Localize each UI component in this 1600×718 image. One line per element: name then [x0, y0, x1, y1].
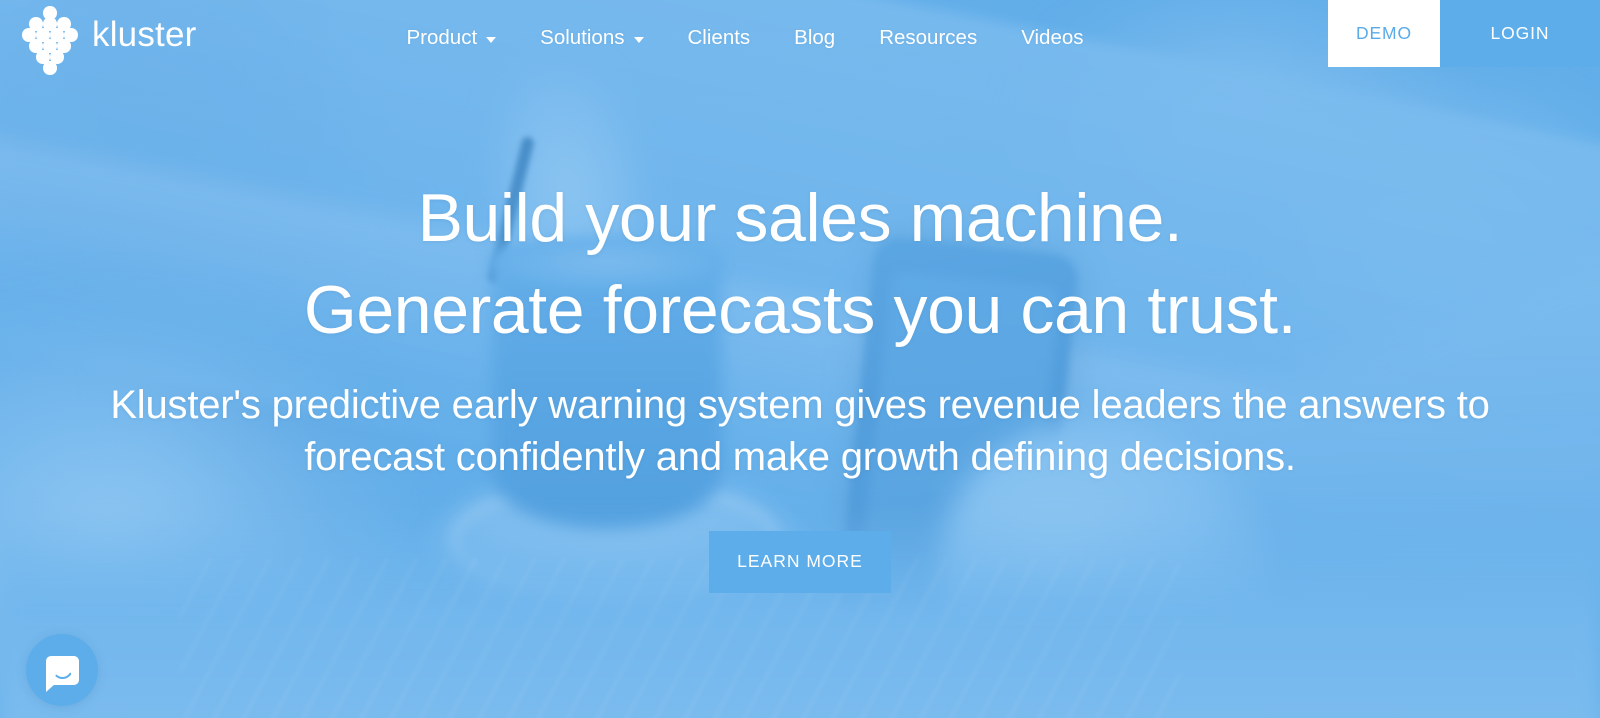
nav-item-videos[interactable]: Videos — [999, 26, 1105, 50]
header-actions: DEMO LOGIN — [1328, 0, 1600, 67]
chevron-down-icon — [486, 36, 497, 43]
nav-item-label: Blog — [794, 26, 836, 49]
nav-item-solutions[interactable]: Solutions — [518, 26, 665, 50]
hero-background-photo — [0, 0, 1600, 718]
chat-bubble-smile-icon — [45, 655, 79, 692]
grape-cluster-icon — [22, 6, 78, 75]
nav-item-product[interactable]: Product — [385, 26, 519, 50]
nav-item-clients[interactable]: Clients — [666, 26, 773, 50]
nav-item-label: Product — [406, 26, 478, 49]
chat-launcher-button[interactable] — [26, 634, 98, 706]
brand-name: kluster — [92, 15, 197, 54]
nav-item-label: Resources — [879, 26, 978, 49]
nav-item-resources[interactable]: Resources — [857, 26, 999, 50]
nav-item-blog[interactable]: Blog — [772, 26, 857, 50]
hero-section: kluster Product Solutions Clients Blog R… — [0, 0, 1600, 718]
chevron-down-icon — [633, 36, 644, 43]
demo-button[interactable]: DEMO — [1328, 0, 1440, 67]
nav-item-label: Clients — [687, 26, 751, 49]
nav-item-label: Solutions — [540, 26, 625, 49]
learn-more-button[interactable]: LEARN MORE — [709, 530, 891, 593]
main-navigation: Product Solutions Clients Blog Resources… — [385, 26, 1106, 50]
site-header: kluster Product Solutions Clients Blog R… — [0, 0, 1600, 75]
nav-item-label: Videos — [1021, 26, 1084, 49]
login-button[interactable]: LOGIN — [1440, 0, 1600, 67]
brand-logo-link[interactable]: kluster — [22, 6, 197, 75]
